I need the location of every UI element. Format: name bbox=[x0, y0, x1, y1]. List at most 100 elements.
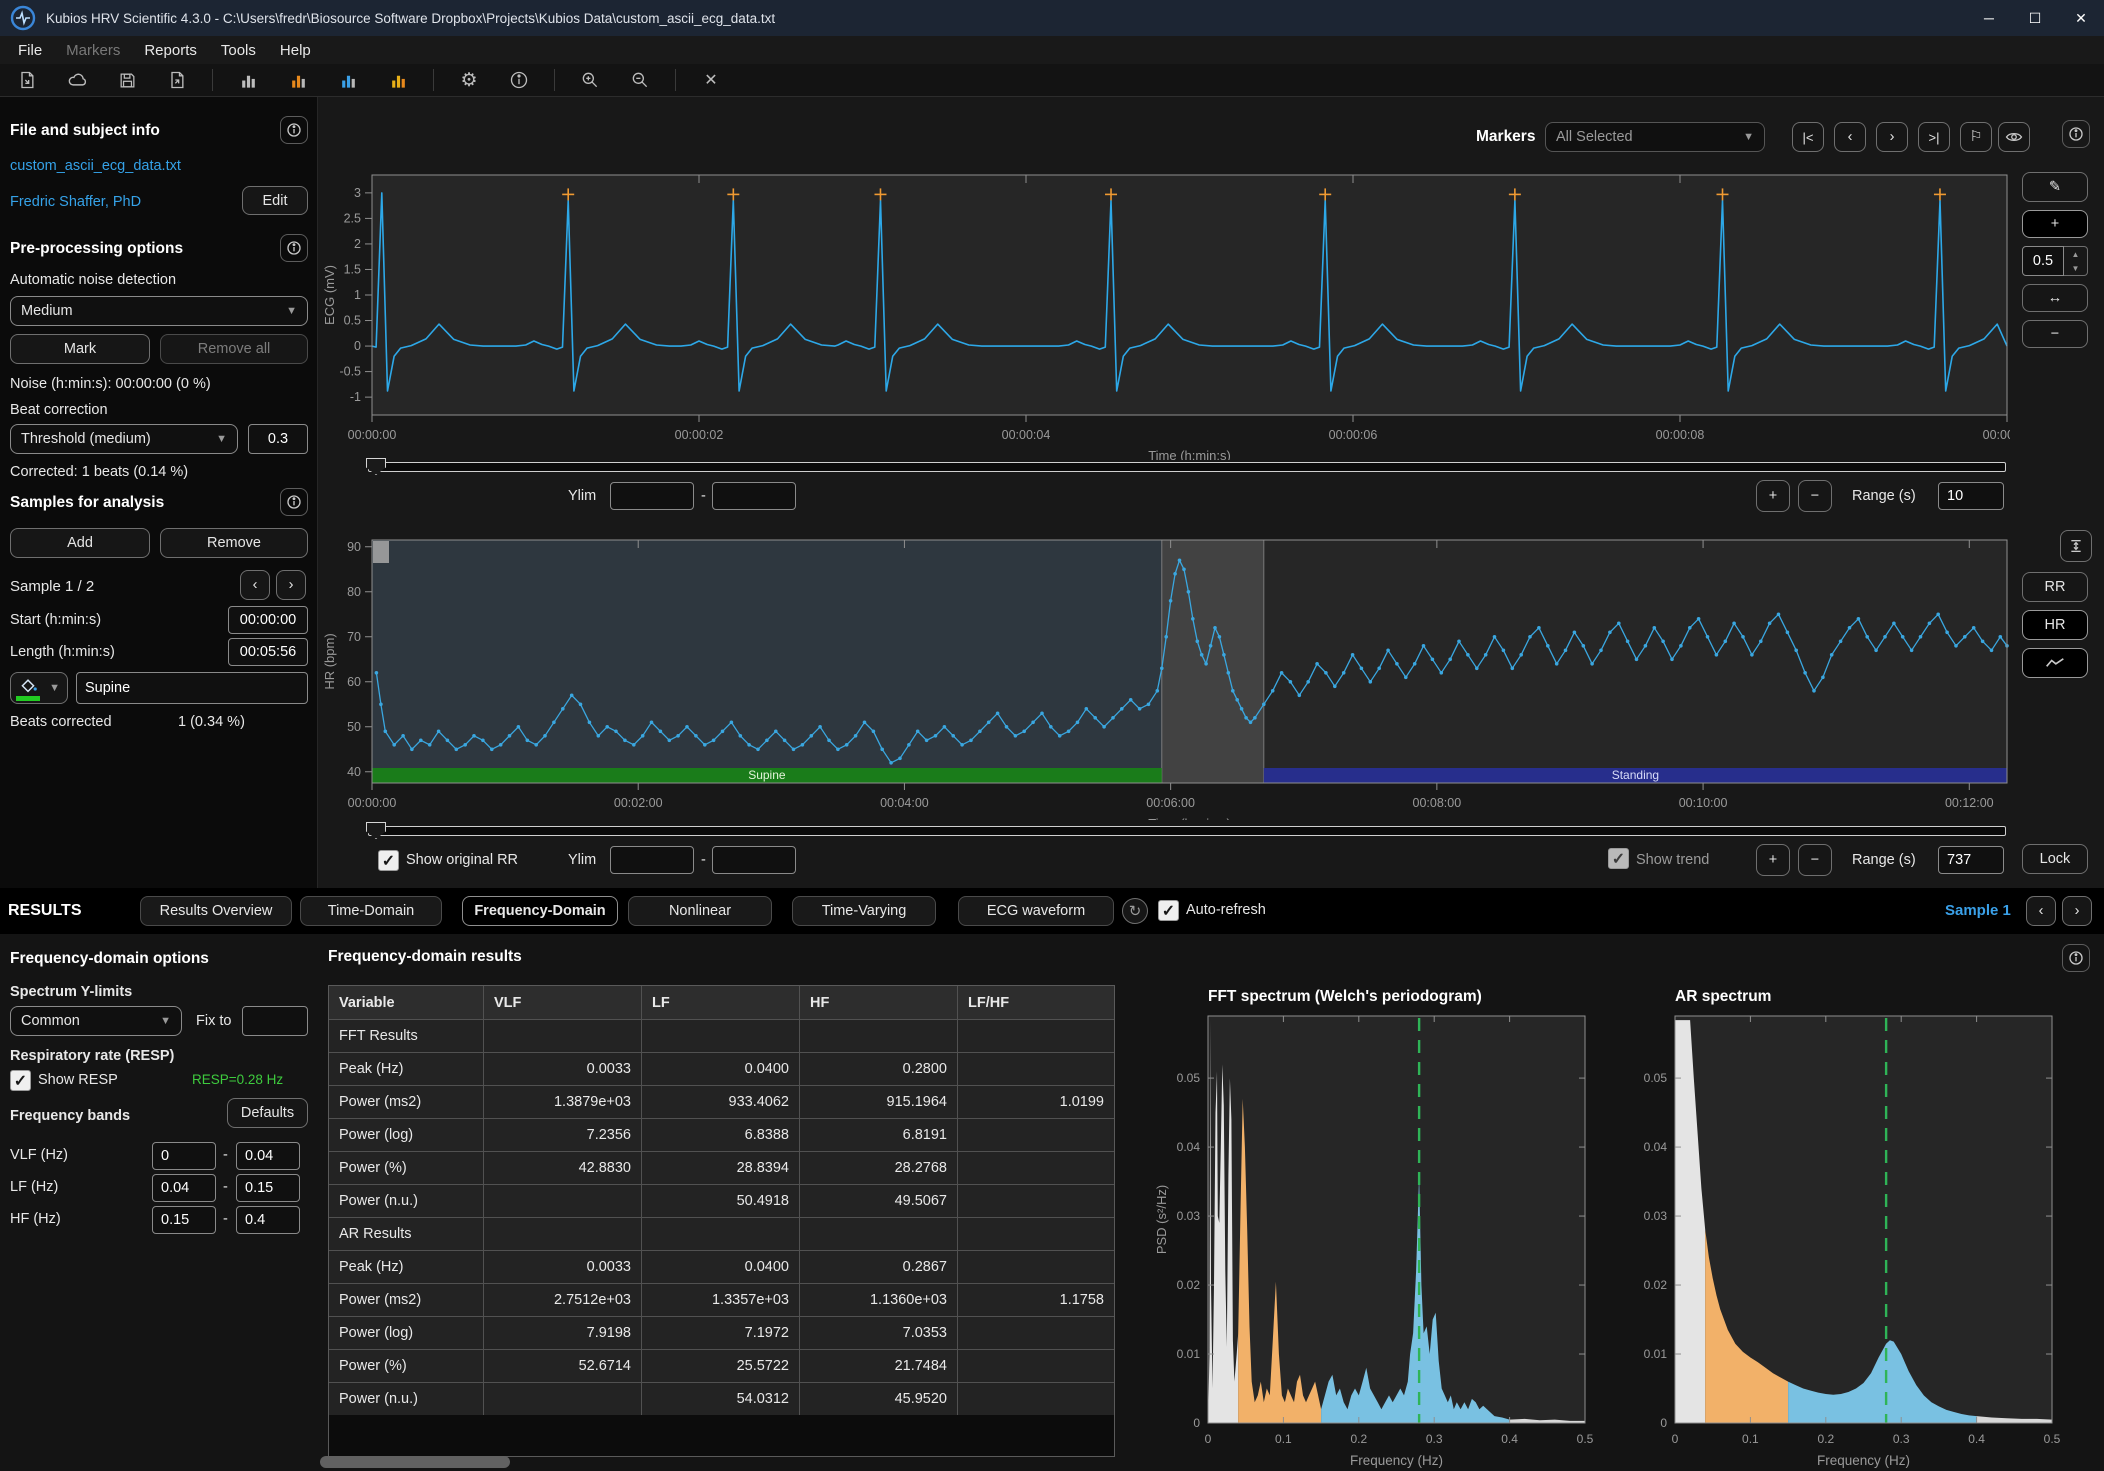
hr-range-input[interactable]: 737 bbox=[1938, 846, 2004, 874]
rr-view-button[interactable]: RR bbox=[2022, 572, 2088, 602]
auto-refresh-checkbox[interactable]: ✓ bbox=[1158, 900, 1179, 921]
menu-item-markers[interactable]: Markers bbox=[56, 39, 130, 62]
report-orange-icon[interactable] bbox=[283, 67, 313, 93]
ecg-scrollbar[interactable] bbox=[368, 462, 2006, 472]
tab-results-overview[interactable]: Results Overview bbox=[140, 896, 292, 926]
ecg-zoom-out-button[interactable]: − bbox=[2022, 320, 2088, 348]
ecg-ylim-max-input[interactable] bbox=[712, 482, 796, 510]
table-cell: 0.2867 bbox=[800, 1251, 958, 1284]
show-original-rr-checkbox[interactable]: ✓ bbox=[378, 850, 399, 871]
close-analysis-icon[interactable]: ✕ bbox=[696, 67, 726, 93]
export-file-icon[interactable] bbox=[162, 67, 192, 93]
fix-to-input[interactable] bbox=[242, 1006, 308, 1036]
remove-sample-button[interactable]: Remove bbox=[160, 528, 308, 558]
sample-name-input[interactable]: Supine bbox=[76, 672, 308, 704]
hr-ylim-max-input[interactable] bbox=[712, 846, 796, 874]
zoom-in-icon[interactable] bbox=[575, 67, 605, 93]
ecg-fit-width-button[interactable]: ↔ bbox=[2022, 284, 2088, 312]
preprocessing-info-button[interactable] bbox=[280, 234, 308, 262]
table-hscrollbar[interactable] bbox=[320, 1456, 510, 1468]
maximize-button[interactable]: ☐ bbox=[2012, 0, 2058, 36]
hr-fit-vertical-button[interactable] bbox=[2060, 530, 2092, 562]
beat-correction-dropdown[interactable]: Threshold (medium) ▼ bbox=[10, 424, 238, 454]
open-file-icon[interactable] bbox=[12, 67, 42, 93]
refresh-button[interactable]: ↻ bbox=[1122, 898, 1148, 924]
minimize-button[interactable]: ─ bbox=[1966, 0, 2012, 36]
table-cell: 54.0312 bbox=[642, 1383, 800, 1416]
settings-gear-icon[interactable]: ⚙ bbox=[454, 67, 484, 93]
tab-ecg-waveform[interactable]: ECG waveform bbox=[958, 896, 1114, 926]
band-to-input-2[interactable]: 0.4 bbox=[236, 1206, 300, 1234]
ecg-zoom-in-button[interactable]: + bbox=[2022, 210, 2088, 238]
next-sample-button[interactable]: › bbox=[276, 570, 306, 600]
table-row: Peak (Hz) 0.0033 0.0400 0.2867 bbox=[329, 1251, 1114, 1284]
add-sample-button[interactable]: Add bbox=[10, 528, 150, 558]
cloud-icon[interactable] bbox=[62, 67, 92, 93]
svg-text:00:12:00: 00:12:00 bbox=[1945, 796, 1994, 810]
sample-color-button[interactable]: ▼ bbox=[10, 672, 68, 704]
prev-results-sample-button[interactable]: ‹ bbox=[2026, 896, 2056, 926]
zoom-out-icon[interactable] bbox=[625, 67, 655, 93]
save-icon[interactable] bbox=[112, 67, 142, 93]
table-header-row: Variable VLF LF HF LF/HF bbox=[329, 986, 1114, 1020]
samples-info-button[interactable] bbox=[280, 488, 308, 516]
tab-nonlinear[interactable]: Nonlinear bbox=[628, 896, 772, 926]
trend-view-button[interactable] bbox=[2022, 648, 2088, 678]
table-cell bbox=[958, 1317, 1114, 1350]
results-info-button[interactable] bbox=[2062, 944, 2090, 972]
subject-link[interactable]: Fredric Shaffer, PhD bbox=[10, 194, 141, 210]
spinner-down-icon[interactable]: ▼ bbox=[2064, 261, 2087, 275]
report-blue-icon[interactable] bbox=[333, 67, 363, 93]
tab-time-domain[interactable]: Time-Domain bbox=[300, 896, 442, 926]
band-from-input-2[interactable]: 0.15 bbox=[152, 1206, 216, 1234]
remove-all-button[interactable]: Remove all bbox=[160, 334, 308, 364]
tab-frequency-domain[interactable]: Frequency-Domain bbox=[462, 896, 618, 926]
menu-item-file[interactable]: File bbox=[8, 39, 52, 62]
band-to-input-0[interactable]: 0.04 bbox=[236, 1142, 300, 1170]
file-info-info-button[interactable] bbox=[280, 116, 308, 144]
table-cell bbox=[484, 1020, 642, 1053]
sample-length-input[interactable]: 00:05:56 bbox=[228, 638, 308, 666]
band-dash-1: - bbox=[223, 1179, 228, 1195]
show-resp-checkbox[interactable]: ✓ bbox=[10, 1070, 31, 1091]
defaults-button[interactable]: Defaults bbox=[227, 1098, 308, 1128]
band-from-input-1[interactable]: 0.04 bbox=[152, 1174, 216, 1202]
hr-range-zoom-out-button[interactable]: − bbox=[1798, 844, 1832, 876]
menu-item-tools[interactable]: Tools bbox=[211, 39, 266, 62]
report-yellow-icon[interactable] bbox=[383, 67, 413, 93]
svg-text:80: 80 bbox=[347, 585, 361, 599]
ecg-gain-spinner[interactable]: 0.5 ▲ ▼ bbox=[2022, 246, 2088, 276]
spinner-up-icon[interactable]: ▲ bbox=[2064, 247, 2087, 261]
tab-time-varying[interactable]: Time-Varying bbox=[792, 896, 936, 926]
spectrum-ylimits-dropdown[interactable]: Common ▼ bbox=[10, 1006, 182, 1036]
ecg-range-input[interactable]: 10 bbox=[1938, 482, 2004, 510]
band-to-input-1[interactable]: 0.15 bbox=[236, 1174, 300, 1202]
ecg-ylim-min-input[interactable] bbox=[610, 482, 694, 510]
threshold-input[interactable]: 0.3 bbox=[248, 424, 308, 454]
edit-ecg-button[interactable]: ✎ bbox=[2022, 172, 2088, 202]
info-icon[interactable] bbox=[504, 67, 534, 93]
mark-button[interactable]: Mark bbox=[10, 334, 150, 364]
next-results-sample-button[interactable]: › bbox=[2062, 896, 2092, 926]
ecg-range-zoom-out-button[interactable]: − bbox=[1798, 480, 1832, 512]
show-trend-checkbox[interactable]: ✓ bbox=[1608, 848, 1629, 869]
band-from-input-0[interactable]: 0 bbox=[152, 1142, 216, 1170]
svg-text:0: 0 bbox=[1660, 1416, 1667, 1430]
hr-view-button[interactable]: HR bbox=[2022, 610, 2088, 640]
lock-button[interactable]: Lock bbox=[2022, 844, 2088, 874]
menu-item-reports[interactable]: Reports bbox=[134, 39, 207, 62]
report-gray-icon[interactable] bbox=[233, 67, 263, 93]
plots-info-button[interactable] bbox=[2062, 120, 2090, 148]
hr-ylim-min-input[interactable] bbox=[610, 846, 694, 874]
svg-text:40: 40 bbox=[347, 765, 361, 779]
menu-item-help[interactable]: Help bbox=[270, 39, 321, 62]
hr-scrollbar[interactable] bbox=[368, 826, 2006, 836]
ecg-range-zoom-in-button[interactable]: + bbox=[1756, 480, 1790, 512]
sample-start-input[interactable]: 00:00:00 bbox=[228, 606, 308, 634]
prev-sample-button[interactable]: ‹ bbox=[240, 570, 270, 600]
filename-link[interactable]: custom_ascii_ecg_data.txt bbox=[10, 158, 181, 174]
hr-range-zoom-in-button[interactable]: + bbox=[1756, 844, 1790, 876]
edit-button[interactable]: Edit bbox=[242, 186, 308, 215]
noise-level-dropdown[interactable]: Medium ▼ bbox=[10, 296, 308, 326]
close-button[interactable]: ✕ bbox=[2058, 0, 2104, 36]
